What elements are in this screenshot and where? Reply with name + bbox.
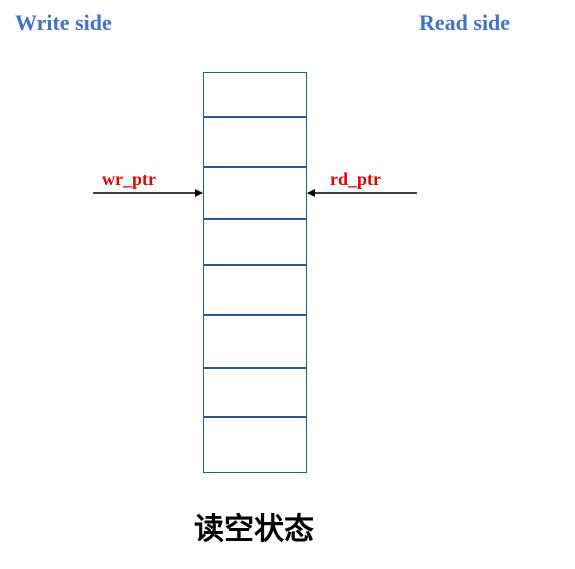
slot-divider	[204, 116, 306, 118]
write-pointer-label: wr_ptr	[102, 169, 156, 189]
read-side-label: Read side	[419, 10, 511, 35]
slot-divider	[204, 218, 306, 220]
fifo-buffer	[203, 72, 307, 473]
slot-divider	[204, 416, 306, 418]
slot-divider	[204, 367, 306, 369]
slot-divider	[204, 264, 306, 266]
slot-divider	[204, 166, 306, 168]
slot-divider	[204, 314, 306, 316]
read-pointer-label: rd_ptr	[330, 169, 381, 189]
state-caption: 读空状态	[194, 512, 314, 547]
write-side-label: Write side	[15, 10, 112, 35]
